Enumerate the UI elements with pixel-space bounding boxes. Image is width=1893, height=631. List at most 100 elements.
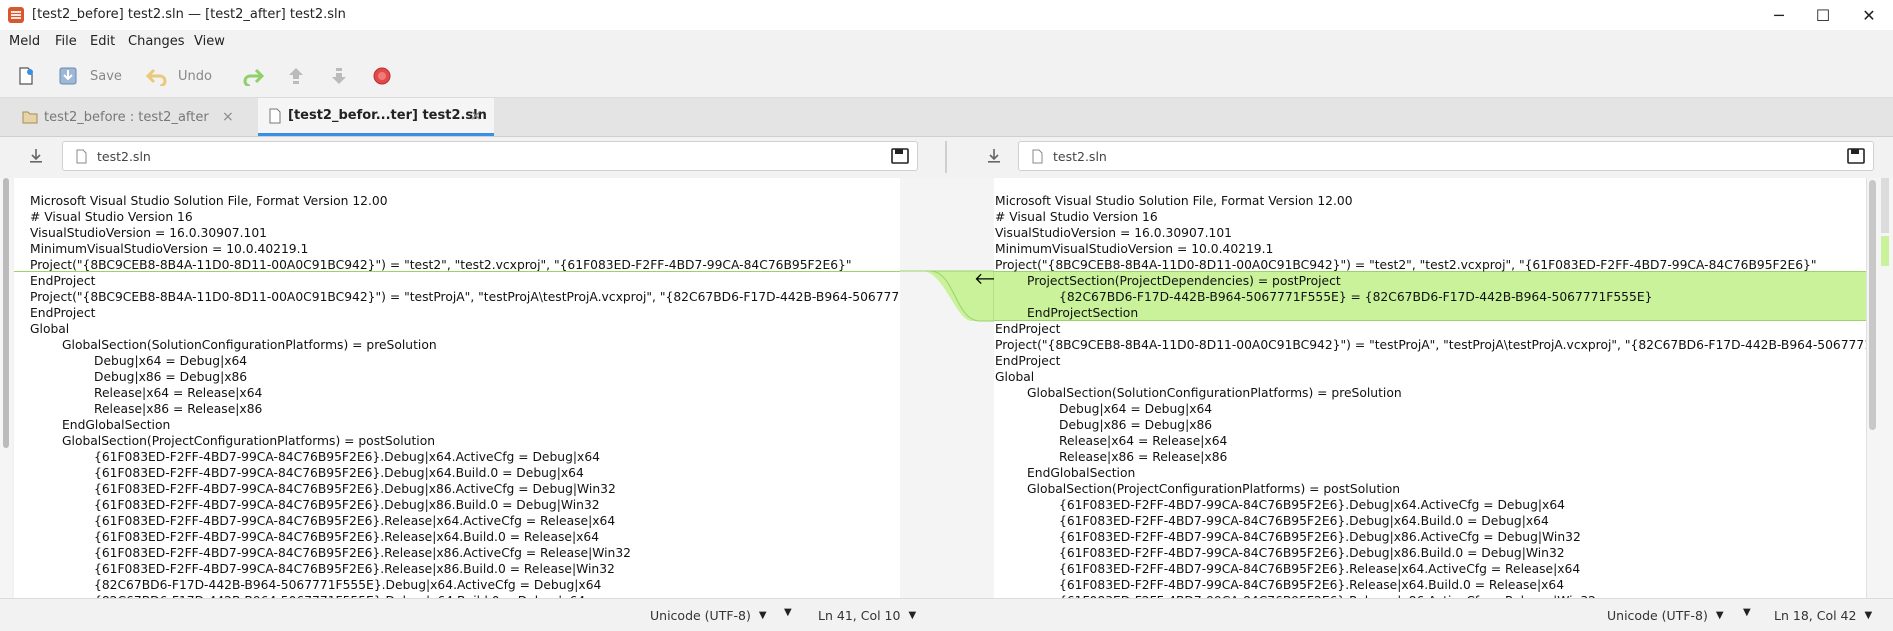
chevron-down-icon: ▼ <box>1864 609 1873 621</box>
folder-icon <box>22 111 38 124</box>
tab-file-comparison[interactable]: [test2_befor...ter] test2.sln × <box>258 98 494 136</box>
tab-label: [test2_befor...ter] test2.sln <box>288 108 487 123</box>
code-line: EndProjectSection <box>1027 306 1139 320</box>
stop-button[interactable] <box>372 64 392 88</box>
left-file-path-box[interactable]: test2.sln <box>62 141 918 171</box>
code-line: MinimumVisualStudioVersion = 10.0.40219.… <box>995 242 1274 256</box>
code-line: {61F083ED-F2FF-4BD7-99CA-84C76B95F2E6}.D… <box>94 498 600 512</box>
close-window-button[interactable]: ✕ <box>1846 0 1892 30</box>
meld-app-icon <box>8 7 24 23</box>
stop-icon <box>373 67 391 85</box>
code-line: {61F083ED-F2FF-4BD7-99CA-84C76B95F2E6}.D… <box>94 450 600 464</box>
chevron-down-icon: ▼ <box>908 609 917 621</box>
left-cursor-label: Ln 41, Col 10 <box>818 607 901 623</box>
window-title: [test2_before] test2.sln — [test2_after]… <box>32 7 346 22</box>
save-label: Save <box>90 68 122 84</box>
tab-folder-comparison[interactable]: test2_before : test2_after × <box>14 98 242 136</box>
code-line: Microsoft Visual Studio Solution File, F… <box>995 194 1353 208</box>
code-line: Debug|x86 = Debug|x86 <box>1059 418 1213 432</box>
right-file-path-box[interactable]: test2.sln <box>1018 141 1874 171</box>
code-line: {61F083ED-F2FF-4BD7-99CA-84C76B95F2E6}.R… <box>1059 562 1581 576</box>
code-line: VisualStudioVersion = 16.0.30907.101 <box>995 226 1233 240</box>
code-line: Project("{8BC9CEB8-8B4A-11D0-8D11-00A0C9… <box>995 338 1866 352</box>
maximize-button[interactable]: ☐ <box>1800 0 1846 30</box>
left-text-pane[interactable]: Microsoft Visual Studio Solution File, F… <box>14 178 900 598</box>
code-line: GlobalSection(ProjectConfigurationPlatfo… <box>62 434 436 448</box>
code-line: GlobalSection(ProjectConfigurationPlatfo… <box>1027 482 1401 496</box>
left-diff-map[interactable] <box>0 178 12 598</box>
left-file-name: test2.sln <box>97 149 151 164</box>
code-line: Microsoft Visual Studio Solution File, F… <box>30 194 388 208</box>
right-cursor-position[interactable]: Ln 18, Col 42 ▼ <box>1774 599 1872 631</box>
code-line: EndProject <box>995 354 1061 368</box>
status-bar: Unicode (UTF-8) ▼ ▼ Ln 41, Col 10 ▼ Unic… <box>0 598 1893 631</box>
right-syntax-dropdown-icon[interactable]: ▼ <box>1743 607 1751 618</box>
code-line: Global <box>995 370 1035 384</box>
menu-file[interactable]: File <box>55 34 77 49</box>
maximize-icon: ☐ <box>1815 5 1831 25</box>
code-line: Release|x86 = Release|x86 <box>94 402 263 416</box>
tab-close-icon[interactable]: × <box>222 109 234 125</box>
save-file-icon[interactable] <box>1847 148 1865 164</box>
save-icon <box>59 67 77 85</box>
tab-close-icon[interactable]: × <box>470 108 482 124</box>
tab-label: test2_before : test2_after <box>44 109 209 125</box>
right-scroll-thumb[interactable] <box>1869 180 1876 430</box>
code-line: VisualStudioVersion = 16.0.30907.101 <box>30 226 268 240</box>
code-line: {61F083ED-F2FF-4BD7-99CA-84C76B95F2E6}.R… <box>1059 578 1565 592</box>
document-icon <box>1032 149 1043 164</box>
save-file-icon[interactable] <box>891 148 909 164</box>
document-icon <box>269 108 281 123</box>
menu-meld[interactable]: Meld <box>9 34 40 49</box>
left-pane-download-button[interactable] <box>28 148 44 168</box>
code-line: Project("{8BC9CEB8-8B4A-11D0-8D11-00A0C9… <box>995 258 1817 272</box>
new-comparison-button[interactable] <box>16 64 36 88</box>
title-bar: [test2_before] test2.sln — [test2_after]… <box>0 0 1893 31</box>
next-change-button[interactable] <box>329 64 349 88</box>
code-line: {61F083ED-F2FF-4BD7-99CA-84C76B95F2E6}.D… <box>94 466 584 480</box>
code-line: {61F083ED-F2FF-4BD7-99CA-84C76B95F2E6}.D… <box>1059 514 1549 528</box>
code-line: Global <box>30 322 70 336</box>
download-icon <box>30 149 42 163</box>
right-diff-map[interactable] <box>1879 178 1893 598</box>
toolbar: Save Undo <box>0 56 1893 98</box>
code-line: GlobalSection(SolutionConfigurationPlatf… <box>62 338 437 352</box>
menu-edit[interactable]: Edit <box>90 34 115 49</box>
redo-button[interactable] <box>242 64 264 88</box>
left-syntax-dropdown-icon[interactable]: ▼ <box>784 607 792 618</box>
minimize-button[interactable]: ─ <box>1756 0 1802 30</box>
menu-changes[interactable]: Changes <box>128 34 185 49</box>
minimize-icon: ─ <box>1774 5 1784 25</box>
left-code-lines: Microsoft Visual Studio Solution File, F… <box>30 193 900 598</box>
diff-link-map <box>900 178 994 598</box>
code-line: {61F083ED-F2FF-4BD7-99CA-84C76B95F2E6}.D… <box>1059 530 1581 544</box>
right-vertical-scrollbar[interactable] <box>1866 178 1879 598</box>
code-line: MinimumVisualStudioVersion = 10.0.40219.… <box>30 242 309 256</box>
code-line: {82C67BD6-F17D-442B-B964-5067771F555E} =… <box>1059 290 1653 304</box>
code-line: Release|x86 = Release|x86 <box>1059 450 1228 464</box>
right-cursor-label: Ln 18, Col 42 <box>1774 607 1857 623</box>
left-cursor-position[interactable]: Ln 41, Col 10 ▼ <box>818 599 916 631</box>
undo-label: Undo <box>178 68 212 84</box>
right-text-pane[interactable]: Microsoft Visual Studio Solution File, F… <box>994 178 1866 598</box>
right-pane-download-button[interactable] <box>986 148 1002 168</box>
code-line: GlobalSection(SolutionConfigurationPlatf… <box>1027 386 1402 400</box>
code-line: {82C67BD6-F17D-442B-B964-5067771F555E}.D… <box>94 578 602 592</box>
code-line: {61F083ED-F2FF-4BD7-99CA-84C76B95F2E6}.D… <box>1059 498 1565 512</box>
code-line: EndProject <box>30 306 96 320</box>
code-line: Debug|x86 = Debug|x86 <box>94 370 248 384</box>
undo-button[interactable]: Undo <box>146 64 212 88</box>
chevron-down-icon: ▼ <box>758 609 767 621</box>
left-map-thumb[interactable] <box>3 178 9 448</box>
previous-change-button[interactable] <box>286 64 306 88</box>
code-line: {61F083ED-F2FF-4BD7-99CA-84C76B95F2E6}.D… <box>94 482 616 496</box>
code-line: {61F083ED-F2FF-4BD7-99CA-84C76B95F2E6}.R… <box>94 530 600 544</box>
menu-view[interactable]: View <box>194 34 225 49</box>
left-encoding-selector[interactable]: Unicode (UTF-8) ▼ <box>650 599 767 631</box>
save-button[interactable]: Save <box>58 64 122 88</box>
code-line: # Visual Studio Version 16 <box>30 210 193 224</box>
right-encoding-label: Unicode (UTF-8) <box>1607 607 1708 623</box>
tab-bar: test2_before : test2_after × [test2_befo… <box>0 98 1893 137</box>
right-encoding-selector[interactable]: Unicode (UTF-8) ▼ <box>1607 599 1724 631</box>
code-line: Release|x64 = Release|x64 <box>94 386 263 400</box>
